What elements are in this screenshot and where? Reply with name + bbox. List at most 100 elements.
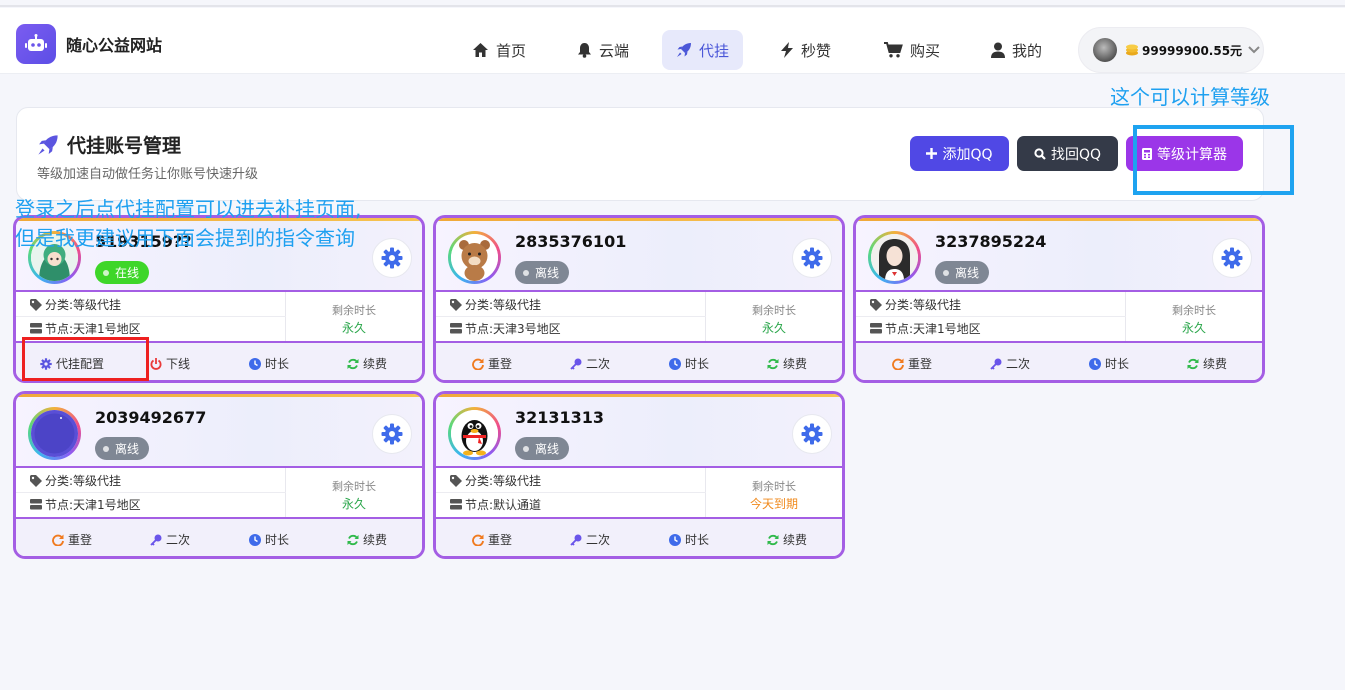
node-row: 节点: 默认通道 [450, 496, 541, 513]
redo-icon [472, 534, 484, 546]
annotation-config-note-line2: 但是我更建议用下面会提到的指令查询 [15, 226, 355, 250]
relogin-button[interactable]: 重登 [472, 355, 512, 372]
duration-button[interactable]: 时长 [669, 355, 709, 372]
refresh-icon [767, 534, 779, 545]
renew-button[interactable]: 续费 [767, 531, 807, 548]
node-value: 天津1号地区 [73, 498, 141, 512]
balance: 99999900.55元 [1142, 43, 1243, 58]
qq-number: 2835376101 [515, 232, 627, 251]
node-value: 天津1号地区 [913, 322, 981, 336]
page-subtitle: 等级加速自动做任务让你账号快速升级 [37, 167, 259, 182]
node-value: 天津1号地区 [73, 322, 141, 336]
gear-icon [381, 423, 403, 445]
nav-item-daigua[interactable]: 代挂 [662, 30, 744, 70]
remaining-label: 剩余时长 [1172, 304, 1216, 317]
remaining-value: 永久 [1181, 321, 1206, 335]
find-qq-button[interactable]: 找回QQ [1017, 136, 1118, 171]
duration-button[interactable]: 时长 [249, 355, 289, 372]
server-icon [450, 323, 462, 334]
gear-icon [1221, 247, 1243, 269]
remaining-value: 永久 [761, 321, 786, 335]
settings-button[interactable] [372, 238, 412, 278]
offline-button[interactable]: 下线 [150, 355, 190, 372]
rocket-icon [677, 43, 691, 57]
nav-label: 代挂 [699, 41, 730, 60]
nav-item-miaozan[interactable]: 秒赞 [766, 30, 845, 70]
refresh-icon [767, 358, 779, 369]
highlight-box-calculator [1133, 125, 1294, 195]
key-icon [150, 534, 162, 546]
nav-item-buy[interactable]: 购买 [870, 30, 954, 70]
status-badge: 离线 [935, 261, 990, 284]
avatar[interactable] [868, 231, 921, 284]
clock-icon [249, 357, 261, 370]
remaining-label: 剩余时长 [332, 304, 376, 317]
renew-button[interactable]: 续费 [767, 355, 807, 372]
node-value: 默认通道 [493, 498, 542, 512]
user-icon [991, 42, 1005, 58]
home-icon [473, 43, 488, 57]
avatar[interactable] [448, 231, 501, 284]
renew-button[interactable]: 续费 [347, 531, 387, 548]
second-button[interactable]: 二次 [990, 355, 1030, 372]
second-button[interactable]: 二次 [570, 355, 610, 372]
tag-icon [30, 298, 42, 311]
relogin-button[interactable]: 重登 [52, 531, 92, 548]
node-value: 天津3号地区 [493, 322, 561, 336]
clock-icon [1089, 357, 1101, 370]
rocket-icon [38, 134, 58, 155]
relogin-button[interactable]: 重登 [472, 531, 512, 548]
remaining-label: 剩余时长 [752, 304, 796, 317]
qq-number: 3237895224 [935, 232, 1047, 251]
redo-icon [52, 534, 64, 546]
refresh-icon [1187, 358, 1199, 369]
tag-icon [30, 474, 42, 487]
relogin-button[interactable]: 重登 [892, 355, 932, 372]
add-qq-label: 添加QQ [942, 146, 993, 163]
avatar[interactable] [448, 407, 501, 460]
server-icon [30, 499, 42, 510]
key-icon [570, 534, 582, 546]
tag-icon [450, 474, 462, 487]
window-top-border [0, 5, 1345, 7]
settings-button[interactable] [372, 414, 412, 454]
qq-penguin-icon [451, 410, 498, 457]
site-title[interactable]: 随心公益网站 [66, 32, 162, 56]
second-button[interactable]: 二次 [570, 531, 610, 548]
settings-button[interactable] [1212, 238, 1252, 278]
refresh-icon [347, 534, 359, 545]
second-button[interactable]: 二次 [150, 531, 190, 548]
page-title-text: 代挂账号管理 [67, 135, 182, 157]
gear-icon [381, 247, 403, 269]
remaining-label: 剩余时长 [332, 480, 376, 493]
nav-label: 首页 [496, 41, 527, 60]
cart-icon [884, 42, 903, 58]
duration-button[interactable]: 时长 [1089, 355, 1129, 372]
nav-item-cloud[interactable]: 云端 [563, 30, 643, 70]
node-row: 节点: 天津3号地区 [450, 320, 561, 337]
refresh-icon [347, 358, 359, 369]
nav-item-home[interactable]: 首页 [458, 30, 540, 70]
remaining-value: 今天到期 [749, 497, 798, 511]
nav-item-mine[interactable]: 我的 [977, 30, 1056, 70]
settings-button[interactable] [792, 238, 832, 278]
duration-button[interactable]: 时长 [669, 531, 709, 548]
clock-icon [669, 357, 681, 370]
key-icon [570, 358, 582, 370]
nav-label: 我的 [1012, 41, 1043, 60]
user-menu[interactable]: 99999900.55元 [1078, 27, 1264, 73]
bell-icon [578, 43, 591, 58]
duration-button[interactable]: 时长 [249, 531, 289, 548]
renew-button[interactable]: 续费 [1187, 355, 1227, 372]
coins-icon [1126, 44, 1138, 56]
avatar[interactable] [28, 407, 81, 460]
settings-button[interactable] [792, 414, 832, 454]
robot-logo-icon[interactable] [16, 24, 56, 64]
key-icon [990, 358, 1002, 370]
add-qq-button[interactable]: 添加QQ [910, 136, 1009, 171]
nav-label: 秒赞 [801, 41, 832, 60]
account-card: 3237895224 离线 分类: 等级代挂 节点: 天津1号地区 剩余时长 永… [853, 215, 1265, 383]
remaining-value: 永久 [341, 497, 366, 511]
account-card: 32131313 离线 分类: 等级代挂 节点: 默认通道 剩余时长 今天到期 … [433, 391, 845, 559]
renew-button[interactable]: 续费 [347, 355, 387, 372]
